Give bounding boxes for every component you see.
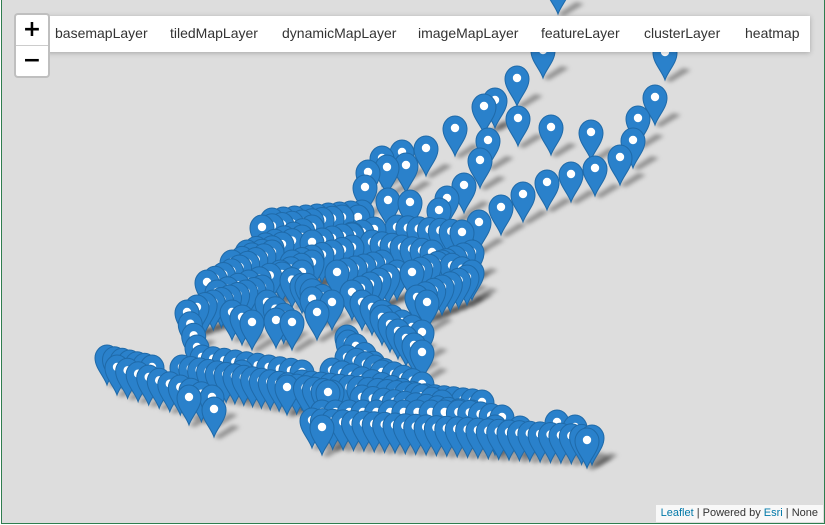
map-marker-icon[interactable]: [578, 119, 604, 161]
map-marker-icon[interactable]: [201, 396, 227, 438]
map-marker-icon[interactable]: [304, 299, 330, 341]
map-marker-icon[interactable]: [538, 114, 564, 156]
attribution: Leaflet | Powered by Esri | None: [655, 505, 823, 522]
map-marker-icon[interactable]: [504, 65, 530, 107]
layer-feature[interactable]: featureLayer: [541, 16, 620, 52]
attribution-none: | None: [782, 507, 818, 519]
layer-imagemap[interactable]: imageMapLayer: [418, 16, 518, 52]
layer-menu: basemapLayer tiledMapLayer dynamicMapLay…: [46, 16, 810, 52]
esri-link[interactable]: Esri: [764, 507, 783, 519]
layer-heatmap[interactable]: heatmap: [745, 16, 799, 52]
layer-basemap[interactable]: basemapLayer: [55, 16, 148, 52]
map-marker-icon[interactable]: [558, 161, 584, 203]
attribution-powered-by: | Powered by: [693, 507, 764, 519]
zoom-in-button[interactable]: +: [16, 15, 48, 46]
leaflet-link[interactable]: Leaflet: [661, 507, 694, 519]
zoom-out-button[interactable]: −: [16, 46, 48, 76]
map-marker-icon[interactable]: [442, 115, 468, 157]
map-marker-icon[interactable]: [488, 194, 514, 236]
map-marker-icon[interactable]: [510, 181, 536, 223]
map-marker-icon[interactable]: [607, 144, 633, 186]
layer-cluster[interactable]: clusterLayer: [644, 16, 720, 52]
marker-layer: [94, 0, 824, 523]
map-marker-icon[interactable]: [534, 169, 560, 211]
map-marker-icon[interactable]: [582, 155, 608, 197]
zoom-control: + −: [14, 13, 50, 78]
layer-tiledmap[interactable]: tiledMapLayer: [170, 16, 258, 52]
layer-dynamicmap[interactable]: dynamicMapLayer: [282, 16, 396, 52]
map-container[interactable]: + − basemapLayer tiledMapLayer dynamicMa…: [1, 0, 825, 524]
map-marker-icon[interactable]: [505, 105, 531, 147]
map-marker-icon[interactable]: [471, 93, 497, 135]
